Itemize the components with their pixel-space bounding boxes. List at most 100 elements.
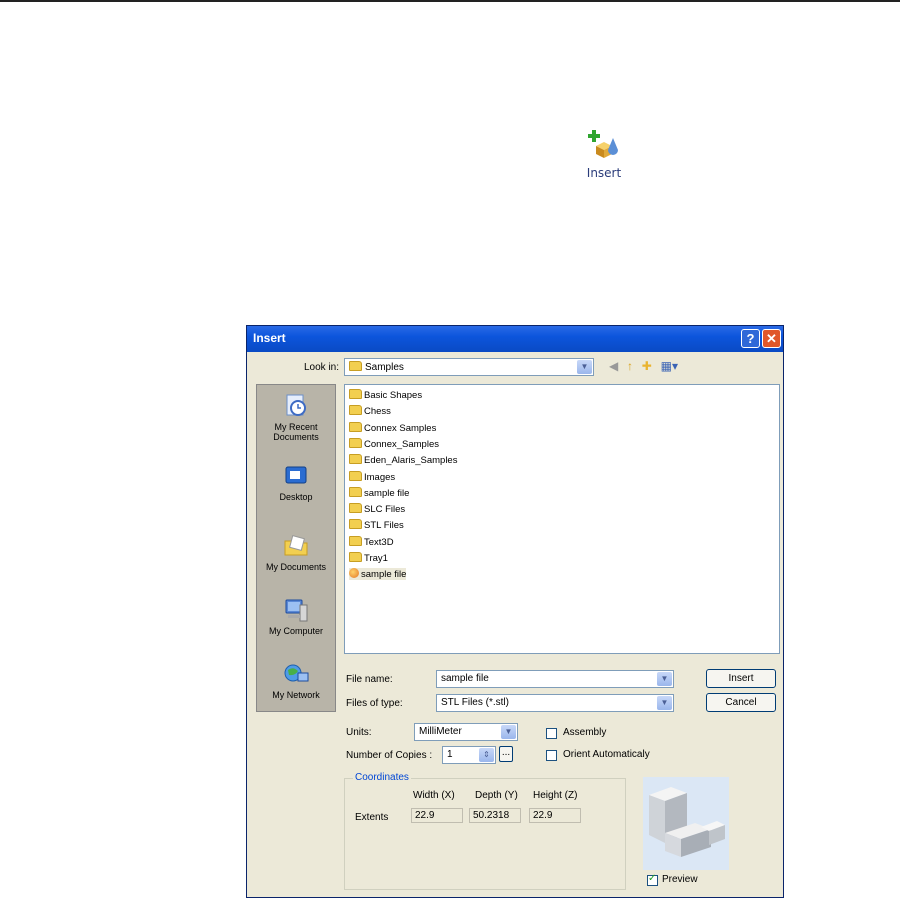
files-of-type-label: Files of type: bbox=[346, 698, 403, 709]
toolbar-insert-button[interactable]: Insert bbox=[580, 128, 628, 186]
list-item[interactable]: sample file bbox=[349, 486, 410, 499]
units-label: Units: bbox=[346, 727, 372, 738]
folder-icon bbox=[349, 437, 362, 448]
desktop-icon bbox=[285, 466, 307, 484]
width-header: Width (X) bbox=[413, 790, 455, 801]
file-name: Connex_Samples bbox=[364, 438, 439, 450]
copies-label: Number of Copies : bbox=[346, 750, 433, 761]
preview-checkbox[interactable] bbox=[647, 873, 658, 886]
chevron-down-icon[interactable]: ▼ bbox=[657, 696, 672, 710]
new-folder-icon[interactable]: ✚ bbox=[642, 359, 652, 373]
file-name: sample file bbox=[361, 569, 407, 581]
height-header: Height (Z) bbox=[533, 790, 578, 801]
insert-icon bbox=[588, 130, 618, 158]
file-name-combo[interactable]: sample file ▼ bbox=[436, 670, 674, 688]
extent-depth-value: 50.2318 bbox=[469, 808, 521, 823]
file-name-label: File name: bbox=[346, 674, 393, 685]
chevron-down-icon[interactable]: ▼ bbox=[657, 672, 672, 686]
my-computer-icon bbox=[285, 599, 308, 622]
folder-icon bbox=[349, 421, 362, 432]
list-item[interactable]: STL Files bbox=[349, 519, 404, 531]
folder-icon bbox=[349, 361, 362, 371]
view-menu-icon[interactable]: ▦▾ bbox=[661, 359, 678, 373]
copies-spinner[interactable]: 1 ⇕ bbox=[442, 746, 496, 764]
list-item[interactable]: SLC Files bbox=[349, 503, 405, 515]
list-item[interactable]: Tray1 bbox=[349, 552, 388, 564]
list-item[interactable]: Text3D bbox=[349, 535, 394, 548]
folder-icon bbox=[349, 486, 362, 497]
folder-icon bbox=[349, 405, 362, 416]
file-name: Text3D bbox=[364, 536, 394, 548]
cancel-button[interactable]: Cancel bbox=[706, 693, 776, 712]
list-item[interactable]: Eden_Alaris_Samples bbox=[349, 454, 457, 466]
file-name: Eden_Alaris_Samples bbox=[364, 455, 458, 467]
file-list[interactable]: Basic Shapes Chess Connex Samples Connex_Sa… bbox=[344, 384, 780, 654]
orient-checkbox[interactable] bbox=[546, 750, 557, 761]
list-item[interactable]: Images bbox=[349, 470, 396, 483]
close-button[interactable]: ✕ bbox=[762, 329, 781, 348]
place-my-network[interactable]: My Network bbox=[257, 661, 335, 700]
place-my-documents[interactable]: My Documents bbox=[257, 533, 335, 572]
file-name-value: sample file bbox=[441, 673, 489, 684]
nav-toolbar: ◀ ↑ ✚ ▦▾ bbox=[609, 359, 684, 373]
look-in-combo[interactable]: Samples ▼ bbox=[344, 358, 594, 376]
top-rule bbox=[0, 0, 900, 2]
units-combo[interactable]: MilliMeter ▼ bbox=[414, 723, 518, 741]
folder-icon bbox=[349, 470, 362, 481]
units-value: MilliMeter bbox=[419, 726, 462, 737]
folder-icon bbox=[349, 552, 362, 562]
list-item[interactable]: Chess bbox=[349, 405, 391, 417]
toolbar-insert-label: Insert bbox=[586, 166, 622, 180]
assembly-checkbox[interactable] bbox=[546, 728, 557, 739]
preview-pane bbox=[643, 777, 729, 870]
spinner-arrows-icon[interactable]: ⇕ bbox=[479, 748, 494, 762]
recent-documents-icon bbox=[286, 394, 306, 416]
assembly-label: Assembly bbox=[563, 727, 607, 738]
file-name: sample file bbox=[364, 487, 410, 499]
list-item[interactable]: Connex_Samples bbox=[349, 437, 439, 450]
file-name: Chess bbox=[364, 406, 391, 418]
coordinates-title: Coordinates bbox=[353, 772, 411, 783]
help-button[interactable]: ? bbox=[741, 329, 760, 348]
list-item[interactable]: Connex Samples bbox=[349, 421, 436, 434]
places-bar: My Recent Documents Desktop My Documents… bbox=[256, 384, 336, 712]
place-desktop[interactable]: Desktop bbox=[257, 463, 335, 502]
place-label: My Network bbox=[272, 690, 320, 700]
copies-more-button[interactable]: ... bbox=[499, 746, 513, 762]
stl-file-icon bbox=[349, 568, 359, 579]
look-in-label: Look in: bbox=[304, 362, 340, 373]
place-label: My Computer bbox=[268, 626, 323, 636]
chevron-down-icon[interactable]: ▼ bbox=[501, 725, 516, 739]
place-recent[interactable]: My Recent Documents bbox=[257, 393, 335, 442]
place-my-computer[interactable]: My Computer bbox=[257, 597, 335, 636]
extent-height-value: 22.9 bbox=[529, 808, 581, 823]
file-name: Basic Shapes bbox=[364, 390, 423, 401]
back-icon[interactable]: ◀ bbox=[609, 359, 618, 373]
dialog-titlebar: Insert ? ✕ bbox=[247, 326, 783, 352]
place-label: My Recent Documents bbox=[273, 422, 319, 442]
folder-icon bbox=[349, 503, 362, 514]
preview-label: Preview bbox=[662, 874, 698, 885]
file-name: Images bbox=[364, 471, 396, 483]
model-preview-image bbox=[649, 787, 725, 857]
place-label: Desktop bbox=[279, 492, 313, 502]
folder-icon bbox=[349, 535, 362, 546]
extent-width-value: 22.9 bbox=[411, 808, 463, 823]
list-item[interactable]: Basic Shapes bbox=[349, 389, 422, 401]
folder-icon bbox=[349, 389, 362, 399]
folder-icon bbox=[349, 519, 362, 530]
extents-label: Extents bbox=[355, 812, 389, 823]
insert-dialog: Insert ? ✕ Look in: Samples ▼ ◀ ↑ ✚ ▦▾ M… bbox=[246, 325, 784, 898]
depth-header: Depth (Y) bbox=[475, 790, 518, 801]
look-in-value: Samples bbox=[365, 362, 404, 373]
chevron-down-icon[interactable]: ▼ bbox=[577, 360, 592, 374]
files-of-type-value: STL Files (*.stl) bbox=[441, 697, 509, 708]
up-folder-icon[interactable]: ↑ bbox=[627, 359, 633, 373]
orient-label: Orient Automaticaly bbox=[563, 749, 650, 760]
coordinates-group: Coordinates Width (X) Depth (Y) Height (… bbox=[344, 772, 626, 890]
file-name: STL Files bbox=[364, 520, 404, 532]
list-item[interactable]: sample file bbox=[349, 568, 407, 581]
files-of-type-combo[interactable]: STL Files (*.stl) ▼ bbox=[436, 694, 674, 712]
place-label: My Documents bbox=[265, 562, 327, 572]
insert-button[interactable]: Insert bbox=[706, 669, 776, 688]
